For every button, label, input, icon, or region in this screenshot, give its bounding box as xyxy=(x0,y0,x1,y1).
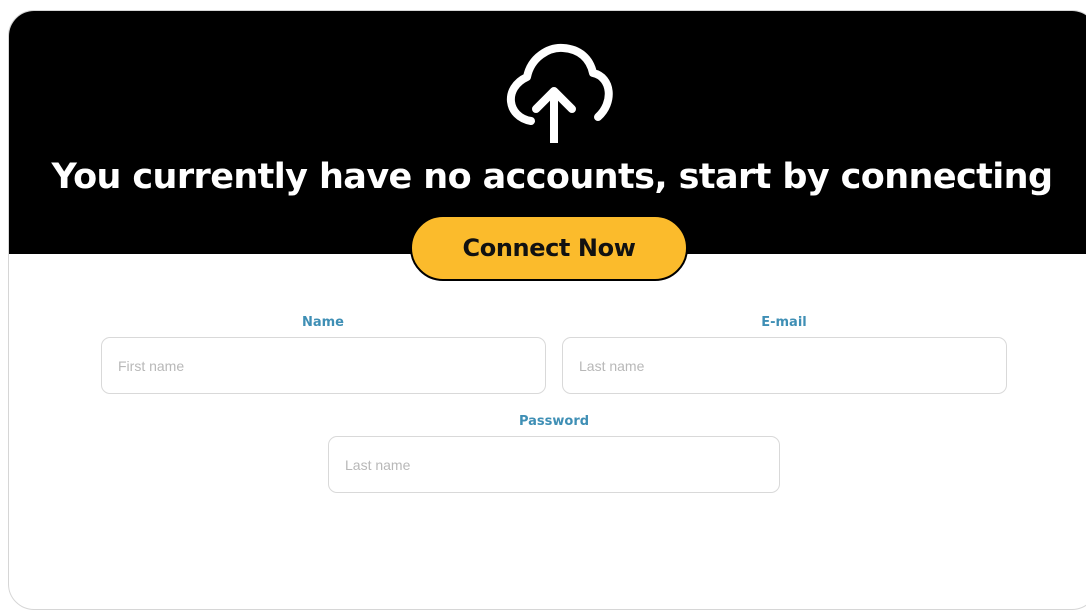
email-label: E-mail xyxy=(761,315,807,330)
password-input[interactable] xyxy=(328,436,780,493)
password-label: Password xyxy=(518,414,590,429)
connect-now-button[interactable]: Connect Now xyxy=(410,215,688,281)
connect-card: You currently have no accounts, start by… xyxy=(8,10,1086,610)
cloud-upload-icon xyxy=(506,43,613,143)
page-title: You currently have no accounts, start by… xyxy=(51,157,1054,197)
email-input[interactable] xyxy=(562,337,1007,394)
name-label: Name xyxy=(301,315,344,330)
name-input[interactable] xyxy=(101,337,546,394)
